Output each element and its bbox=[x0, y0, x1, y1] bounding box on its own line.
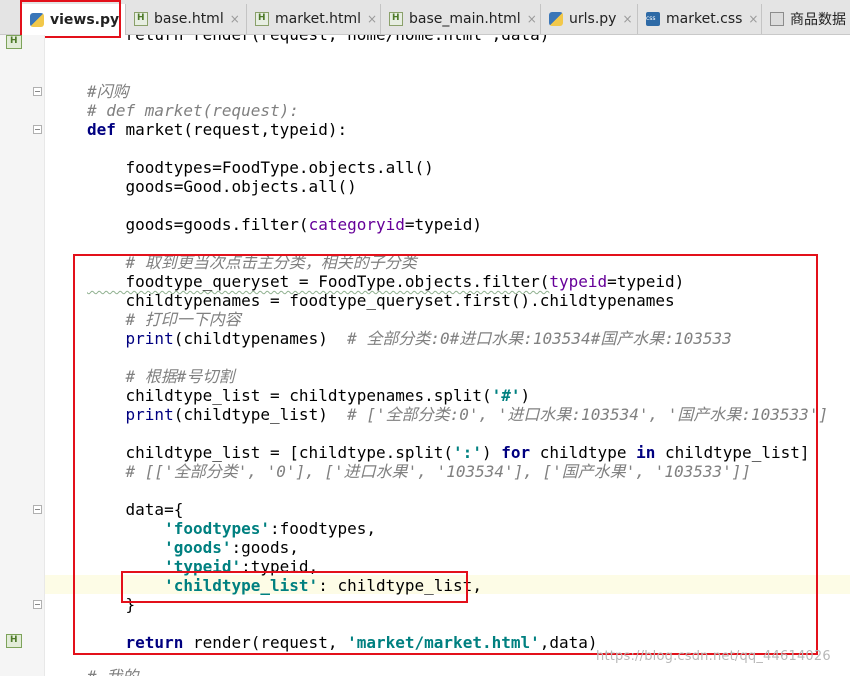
code-line: foodtypes=FoodType.objects.all() bbox=[87, 158, 434, 177]
html-template-gutter-icon[interactable] bbox=[6, 634, 22, 648]
tab-market-css[interactable]: market.css × bbox=[638, 4, 762, 34]
watermark-text: https://blog.csdn.net/qq_44614026 bbox=[596, 649, 831, 664]
code-line: 'foodtypes':foodtypes, bbox=[164, 519, 376, 538]
code-line: 'childtype_list': childtype_list, bbox=[164, 576, 482, 595]
close-tab-icon[interactable]: × bbox=[748, 12, 758, 26]
code-line: childtype_list = childtypenames.split('#… bbox=[87, 386, 531, 405]
code-line: goods=goods.filter(categoryid=typeid) bbox=[87, 215, 482, 234]
line-gutter bbox=[0, 35, 44, 676]
close-tab-icon[interactable]: × bbox=[367, 12, 377, 26]
code-line: foodtype_queryset = FoodType.objects.fil… bbox=[87, 272, 685, 291]
code-line: return render(request,'home/home.html',d… bbox=[87, 35, 550, 44]
python-file-icon bbox=[549, 12, 563, 26]
code-line: data={ bbox=[87, 500, 184, 519]
tab-data-file[interactable]: 商品数据 bbox=[762, 4, 850, 34]
html-template-gutter-icon[interactable] bbox=[6, 35, 22, 49]
tab-views-py[interactable]: views.py × bbox=[22, 4, 126, 35]
code-line: print(childtypenames) # 全部分类:0#进口水果:1035… bbox=[125, 329, 732, 348]
code-line: childtype_list = [childtype.split(':') f… bbox=[87, 443, 810, 462]
code-comment: # 根据#号切割 bbox=[87, 367, 235, 386]
code-line: goods=Good.objects.all() bbox=[87, 177, 357, 196]
tab-label: base_main.html bbox=[409, 11, 521, 27]
tab-label: views.py bbox=[50, 11, 120, 28]
editor-tab-bar: views.py × base.html × market.html × bas… bbox=[0, 0, 850, 35]
code-line: } bbox=[87, 595, 136, 614]
data-file-icon bbox=[770, 12, 784, 26]
html-file-icon bbox=[255, 12, 269, 26]
code-line: 'typeid':typeid, bbox=[164, 557, 319, 576]
code-comment: #闪购 bbox=[87, 82, 129, 101]
code-line-def: def market(request,typeid): bbox=[87, 120, 348, 139]
code-editor[interactable]: return render(request,'home/home.html',d… bbox=[45, 35, 850, 676]
code-line-return: return render(request, 'market/market.ht… bbox=[125, 633, 598, 652]
close-tab-icon[interactable]: × bbox=[527, 12, 537, 26]
python-file-icon bbox=[30, 12, 44, 27]
code-line: print(childtype_list) # ['全部分类:0', '进口水果… bbox=[125, 405, 829, 424]
tab-base-html[interactable]: base.html × bbox=[126, 4, 247, 34]
code-comment: # 我的 bbox=[87, 667, 138, 676]
close-tab-icon[interactable]: × bbox=[622, 12, 632, 26]
html-file-icon bbox=[389, 12, 403, 26]
tab-label: 商品数据 bbox=[790, 12, 846, 28]
fold-marker-icon[interactable] bbox=[33, 125, 42, 134]
tab-label: market.css bbox=[666, 11, 743, 27]
fold-marker-icon[interactable] bbox=[33, 505, 42, 514]
fold-marker-icon[interactable] bbox=[33, 87, 42, 96]
code-line: 'goods':goods, bbox=[164, 538, 299, 557]
tab-label: base.html bbox=[154, 11, 224, 27]
code-comment: # 打印一下内容 bbox=[87, 310, 241, 329]
tab-market-html[interactable]: market.html × bbox=[247, 4, 381, 34]
html-file-icon bbox=[134, 12, 148, 26]
css-file-icon bbox=[646, 12, 660, 26]
code-comment: # def market(request): bbox=[87, 101, 299, 120]
tab-label: urls.py bbox=[569, 11, 617, 27]
close-tab-icon[interactable]: × bbox=[230, 12, 240, 26]
code-comment: # 取到更当次点击主分类，相关的子分类 bbox=[87, 253, 417, 272]
code-line: childtypenames = foodtype_queryset.first… bbox=[87, 291, 675, 310]
code-comment: # [['全部分类', '0'], ['进口水果', '103534'], ['… bbox=[87, 462, 752, 481]
tab-base-main-html[interactable]: base_main.html × bbox=[381, 4, 541, 34]
tab-urls-py[interactable]: urls.py × bbox=[541, 4, 638, 34]
tab-label: market.html bbox=[275, 11, 362, 27]
fold-marker-icon[interactable] bbox=[33, 600, 42, 609]
